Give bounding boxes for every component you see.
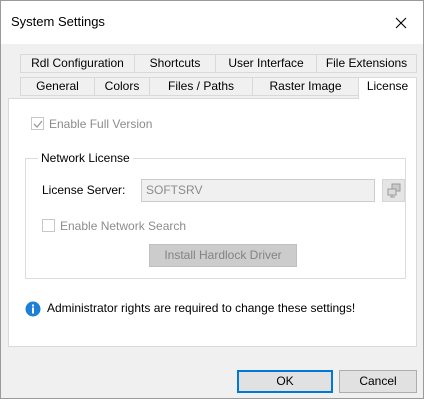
install-hardlock-driver-button[interactable]: Install Hardlock Driver (149, 244, 297, 267)
tab-user-interface[interactable]: User Interface (215, 54, 317, 73)
checkmark-icon (33, 120, 43, 128)
tab-file-extensions[interactable]: File Extensions (316, 54, 417, 73)
tab-raster-image[interactable]: Raster Image (252, 77, 359, 96)
license-server-label: License Server: (42, 183, 126, 197)
license-server-browse-button[interactable] (382, 179, 405, 202)
admin-rights-message: Administrator rights are required to cha… (47, 301, 356, 315)
system-settings-window: System Settings Rdl Configuration Shortc… (0, 0, 424, 399)
enable-network-search-checkbox[interactable] (42, 219, 55, 232)
window-title: System Settings (11, 14, 105, 29)
title-bar: System Settings (1, 1, 423, 44)
tab-license[interactable]: License (358, 77, 417, 99)
enable-network-search-label: Enable Network Search (60, 219, 187, 233)
close-icon (395, 17, 407, 29)
network-computer-icon (387, 183, 401, 198)
enable-full-version-label: Enable Full Version (49, 117, 153, 131)
network-license-group-title: Network License (38, 151, 133, 165)
enable-full-version-checkbox[interactable] (31, 117, 44, 130)
info-icon (25, 301, 41, 317)
tab-colors[interactable]: Colors (94, 77, 150, 96)
tab-rdl-configuration[interactable]: Rdl Configuration (20, 54, 135, 73)
cancel-button[interactable]: Cancel (339, 370, 417, 393)
tab-files-paths[interactable]: Files / Paths (149, 77, 253, 96)
tab-general[interactable]: General (20, 77, 95, 96)
tab-shortcuts[interactable]: Shortcuts (134, 54, 216, 73)
close-button[interactable] (377, 1, 423, 44)
ok-button[interactable]: OK (237, 370, 333, 393)
license-server-input[interactable]: SOFTSRV (141, 179, 375, 202)
